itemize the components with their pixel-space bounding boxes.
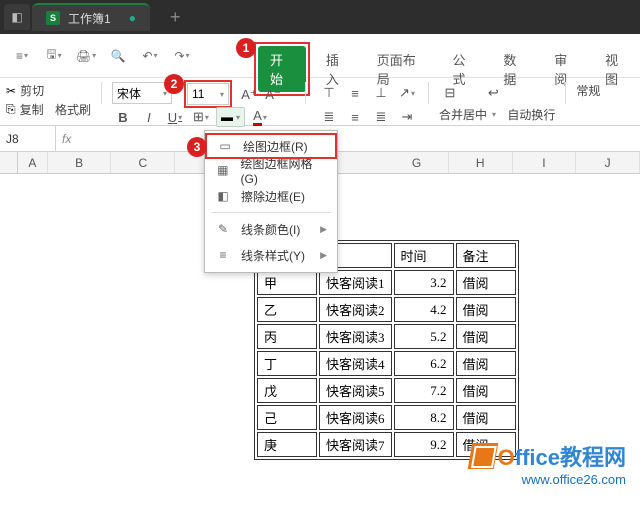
- data-table: 时间备注 甲快客阅读13.2借阅 乙快客阅读24.2借阅 丙快客阅读35.2借阅…: [254, 240, 519, 460]
- wrap-icon: ↩: [482, 82, 504, 104]
- watermark: Office教程网 www.office26.com: [470, 440, 626, 487]
- col-header[interactable]: A: [18, 152, 48, 173]
- merge-icon: ⊟: [439, 82, 461, 104]
- watermark-logo-icon: [467, 443, 498, 469]
- chevron-right-icon: ▶: [320, 224, 327, 235]
- table-row: 戊快客阅读57.2借阅: [257, 378, 516, 403]
- lines-icon: ≡: [215, 247, 231, 263]
- preview-button[interactable]: 🔍: [104, 42, 132, 70]
- table-row: 丁快客阅读46.2借阅: [257, 351, 516, 376]
- fx-icon[interactable]: fx: [62, 132, 71, 146]
- menu-draw-border[interactable]: 3 ▭ 绘图边框(R): [205, 133, 337, 159]
- name-box[interactable]: J8: [0, 126, 56, 151]
- wrap-button[interactable]: 自动换行: [507, 106, 555, 123]
- font-color-button[interactable]: A▾: [249, 106, 271, 128]
- formatting-toolbar: ✂剪切 ⎘复制 格式刷 宋体▾ 2 11▾ A⁺ A⁻ B I U▾ ⊞▾ ▬▾…: [0, 78, 640, 126]
- table-row: 丙快客阅读35.2借阅: [257, 324, 516, 349]
- grid-icon: ▦: [215, 162, 231, 178]
- workbook-tab[interactable]: S 工作簿1 ●: [32, 3, 150, 31]
- align-top-button[interactable]: ⊤: [318, 82, 340, 104]
- menu-separator: [211, 212, 331, 213]
- menu-button[interactable]: ≡▾: [8, 42, 36, 70]
- callout-2: 2: [164, 74, 184, 94]
- col-header[interactable]: C: [111, 152, 175, 173]
- add-tab-button[interactable]: +: [170, 7, 181, 28]
- titlebar: ◧ S 工作簿1 ● +: [0, 0, 640, 34]
- callout-3: 3: [187, 137, 207, 157]
- align-center-button[interactable]: ≡: [344, 106, 366, 128]
- indent-button[interactable]: ⇥: [396, 106, 418, 128]
- divider: [428, 82, 429, 104]
- copy-button[interactable]: 复制: [20, 101, 44, 118]
- eraser-icon: ◧: [215, 188, 231, 204]
- save-button[interactable]: 🖫▾: [40, 42, 68, 70]
- border-dropdown-menu: 3 ▭ 绘图边框(R) ▦ 绘图边框网格(G) ◧ 擦除边框(E) ✎ 线条颜色…: [204, 130, 338, 273]
- align-right-button[interactable]: ≣: [370, 106, 392, 128]
- left-collapsed-tab[interactable]: ◧: [4, 4, 30, 30]
- quick-access-row: ≡▾ 🖫▾ 🖨▾ 🔍 ↶▾ ↷▾ 1 开始 插入 页面布局 公式 数据 审阅 视…: [0, 34, 640, 78]
- orientation-button[interactable]: ↗▾: [396, 82, 418, 104]
- border-button[interactable]: ⊞▾: [190, 106, 212, 128]
- menu-erase-border[interactable]: ◧ 擦除边框(E): [205, 183, 337, 209]
- scissors-icon: ✂: [6, 84, 16, 98]
- watermark-url: www.office26.com: [470, 472, 626, 487]
- chevron-right-icon: ▶: [320, 250, 327, 261]
- col-header[interactable]: B: [48, 152, 112, 173]
- merge-button[interactable]: 合并居中: [439, 106, 487, 123]
- spreadsheet-icon: S: [46, 11, 60, 25]
- fill-color-button[interactable]: ▬▾: [216, 107, 245, 127]
- copy-icon: ⎘: [6, 102, 16, 117]
- align-left-button[interactable]: ≣: [318, 106, 340, 128]
- pencil-icon: ✎: [215, 221, 231, 237]
- undo-button[interactable]: ↶▾: [136, 42, 164, 70]
- font-select[interactable]: 宋体▾: [112, 82, 172, 104]
- select-all-corner[interactable]: [0, 152, 18, 173]
- align-middle-button[interactable]: ≡: [344, 82, 366, 104]
- cut-button[interactable]: 剪切: [20, 82, 44, 99]
- format-painter-button[interactable]: 格式刷: [55, 101, 91, 118]
- menu-line-color[interactable]: ✎ 线条颜色(I) ▶: [205, 216, 337, 242]
- col-header[interactable]: I: [513, 152, 577, 173]
- table-row: 乙快客阅读24.2借阅: [257, 297, 516, 322]
- font-size-select[interactable]: 11▾: [187, 83, 229, 105]
- col-header[interactable]: J: [576, 152, 640, 173]
- callout-1: 1: [236, 38, 256, 58]
- col-header[interactable]: G: [385, 152, 449, 173]
- print-button[interactable]: 🖨▾: [72, 42, 100, 70]
- workbook-title: 工作簿1: [68, 10, 111, 27]
- tab-status-dot: ●: [129, 11, 136, 25]
- menu-draw-grid[interactable]: ▦ 绘图边框网格(G): [205, 157, 337, 183]
- table-row: 甲快客阅读13.2借阅: [257, 270, 516, 295]
- underline-button[interactable]: U▾: [164, 106, 186, 128]
- align-bottom-button[interactable]: ⊥: [370, 82, 392, 104]
- redo-button[interactable]: ↷▾: [168, 42, 196, 70]
- col-header[interactable]: H: [449, 152, 513, 173]
- divider: [305, 82, 306, 104]
- table-row: 己快客阅读68.2借阅: [257, 405, 516, 430]
- decrease-font-button[interactable]: A⁻: [262, 84, 284, 106]
- annotation-highlight-2: 11▾: [184, 80, 232, 108]
- divider: [565, 82, 566, 104]
- draw-border-icon: ▭: [217, 138, 233, 154]
- divider: [101, 82, 102, 104]
- bucket-icon: ▬: [221, 110, 233, 124]
- bold-button[interactable]: B: [112, 106, 134, 128]
- increase-font-button[interactable]: A⁺: [238, 84, 260, 106]
- number-format-select[interactable]: 常规: [576, 82, 600, 99]
- italic-button[interactable]: I: [138, 106, 160, 128]
- menu-line-style[interactable]: ≡ 线条样式(Y) ▶: [205, 242, 337, 268]
